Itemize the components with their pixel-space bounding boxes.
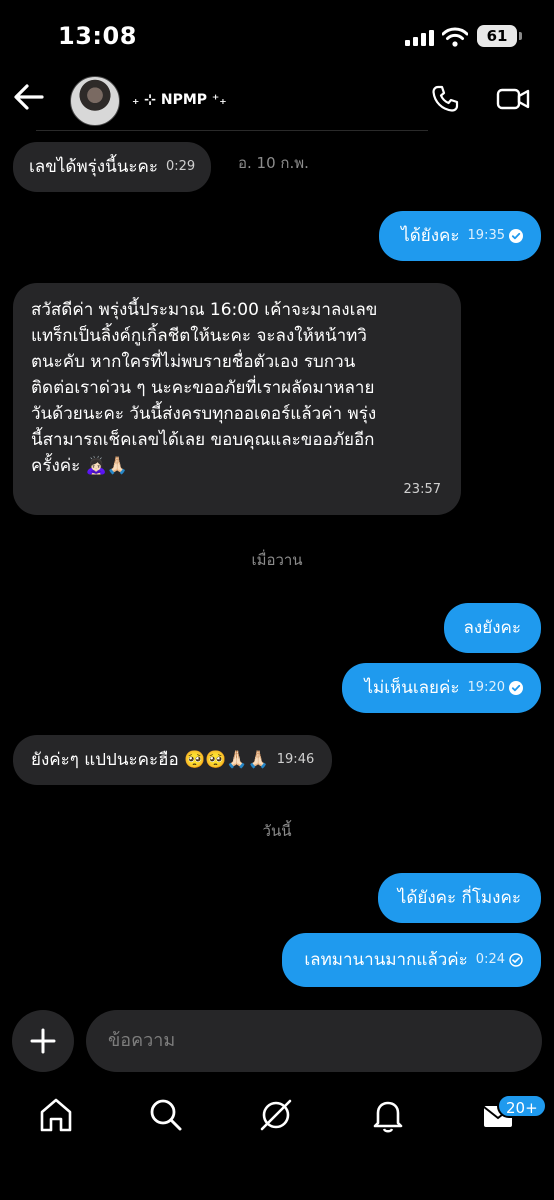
message-text: เลทมานานมากแล้วค่ะ <box>304 950 468 970</box>
contact-avatar[interactable] <box>70 76 120 126</box>
message-line: ครั้งค่ะ 🙇🏻‍♀️🙏🏻 <box>31 456 129 476</box>
cellular-signal-icon <box>405 30 434 46</box>
outgoing-message[interactable]: เลทมานานมากแล้วค่ะ 0:24 <box>282 933 541 987</box>
phone-call-icon[interactable] <box>430 84 460 114</box>
message-time: 0:24 <box>475 952 505 967</box>
back-arrow-icon[interactable] <box>12 82 46 112</box>
message-time: 19:20 <box>467 680 505 695</box>
bottom-tab-bar <box>0 1085 554 1155</box>
message-text: ลงยังคะ <box>463 618 521 638</box>
incoming-message-long[interactable]: สวัสดีค่า พรุ่งนี้ประมาณ 16:00 เค้าจะมาล… <box>13 283 461 515</box>
status-bar: 13:08 61 <box>0 0 554 70</box>
wifi-icon <box>442 27 468 47</box>
outgoing-message[interactable]: ได้ยังคะ กี่โมงคะ <box>377 873 541 923</box>
outgoing-message[interactable]: ลงยังคะ <box>443 603 541 653</box>
inbox-unread-badge: 20+ <box>497 1094 547 1118</box>
header-divider <box>36 130 428 131</box>
message-text: ได้ยังคะ กี่โมงคะ <box>397 888 521 908</box>
message-line: ติดต่อเราด่วน ๆ นะคะขออภัยที่เราผลัดมาหล… <box>31 378 375 398</box>
status-time: 13:08 <box>58 22 137 50</box>
incoming-message[interactable]: เลขได้พรุ่งนี้นะคะ 0:29 <box>13 142 212 192</box>
read-check-icon <box>509 681 523 695</box>
notifications-bell-icon[interactable] <box>368 1095 408 1135</box>
date-separator: เมื่อวาน <box>251 551 303 569</box>
outgoing-message[interactable]: ไม่เห็นเลยค่ะ 19:20 <box>342 663 541 713</box>
date-separator: อ. 10 ก.พ. <box>238 154 309 172</box>
message-composer: ข้อความ <box>0 1010 554 1072</box>
message-line: แทร็กเป็นลิ้งค์กูเกิ้ลชีตให้นะคะ จะลงให้… <box>31 326 367 346</box>
add-attachment-button[interactable] <box>12 1010 74 1072</box>
search-icon[interactable] <box>146 1095 186 1135</box>
message-line: สวัสดีค่า พรุ่งนี้ประมาณ 16:00 เค้าจะมาล… <box>31 300 378 320</box>
message-text: ยังค่ะๆ แปปนะคะฮือ 🥺🥺🙏🏻🙏🏻 <box>31 750 269 770</box>
incoming-message[interactable]: ยังค่ะๆ แปปนะคะฮือ 🥺🥺🙏🏻🙏🏻 19:46 <box>13 735 333 785</box>
read-check-icon <box>509 229 523 243</box>
message-input[interactable]: ข้อความ <box>86 1010 542 1072</box>
message-time: 19:35 <box>467 228 505 243</box>
plus-icon <box>30 1028 56 1054</box>
message-line: วันด้วยนะคะ วันนี้ส่งครบทุกออเดอร์แล้วค่… <box>31 404 377 424</box>
outgoing-message[interactable]: ได้ยังคะ 19:35 <box>379 211 541 261</box>
battery-indicator: 61 <box>477 25 522 47</box>
date-separator: วันนี้ <box>262 822 292 840</box>
message-line: นี้สามารถเช็คเลขได้เลย ขอบคุณและขออภัยอี… <box>31 430 375 450</box>
message-text: เลขได้พรุ่งนี้นะคะ <box>29 157 158 177</box>
message-text: ไม่เห็นเลยค่ะ <box>364 678 460 698</box>
message-time: 23:57 <box>403 482 441 497</box>
message-text: ได้ยังคะ <box>401 226 460 246</box>
message-line: ตนะคับ หากใครที่ไม่พบรายชื่อตัวเอง รบกวน <box>31 352 356 372</box>
message-time: 19:46 <box>276 752 315 767</box>
home-icon[interactable] <box>36 1095 76 1135</box>
sent-check-icon <box>509 953 523 967</box>
home-indicator <box>206 1182 348 1187</box>
message-time: 0:29 <box>165 159 196 174</box>
contact-name[interactable]: ₊ ⊹ NPMP ⁺₊ <box>132 92 227 108</box>
video-call-icon[interactable] <box>496 86 530 112</box>
grok-icon[interactable] <box>256 1095 296 1135</box>
chat-header: ₊ ⊹ NPMP ⁺₊ <box>0 70 554 130</box>
